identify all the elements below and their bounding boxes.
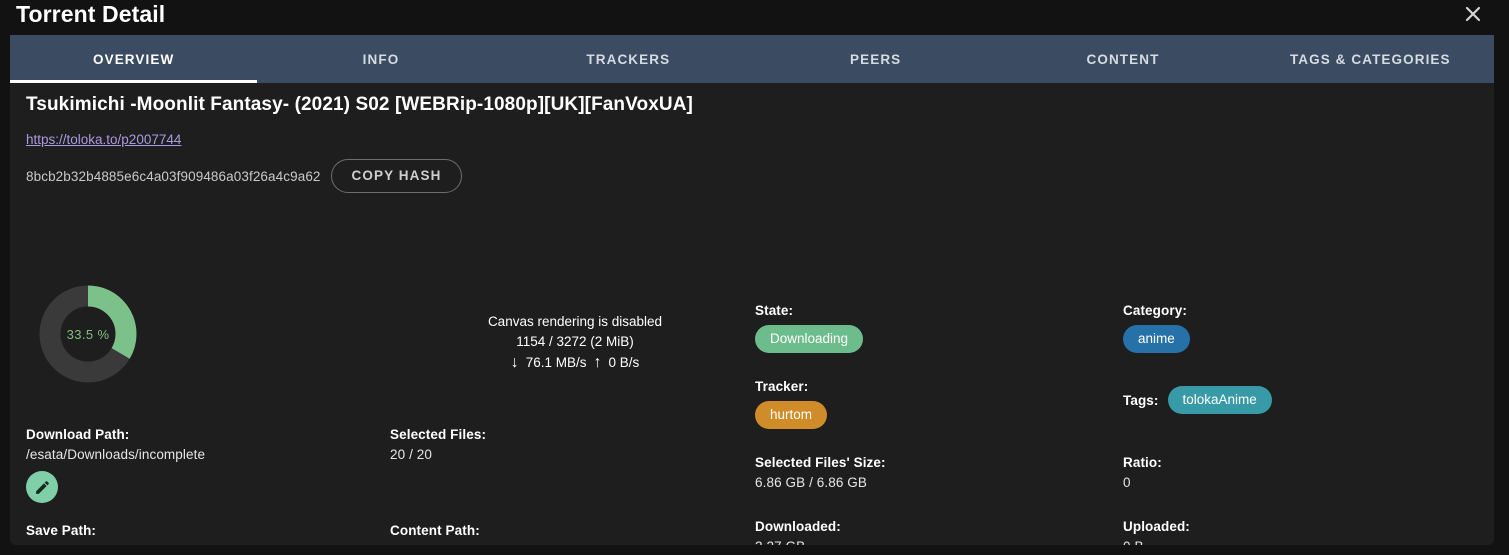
download-path-label: Download Path: xyxy=(26,427,130,442)
ratio-value: 0 xyxy=(1123,475,1131,490)
save-path-label: Save Path: xyxy=(26,523,97,538)
pieces-block: Canvas rendering is disabled 1154 / 3272… xyxy=(390,312,760,374)
tab-content-label: CONTENT xyxy=(1086,51,1160,67)
edit-download-path-button[interactable] xyxy=(26,471,58,503)
overview-panel: Tsukimichi -Moonlit Fantasy- (2021) S02 … xyxy=(10,83,1494,545)
field-tracker: Tracker: hurtom xyxy=(755,379,828,429)
field-selected-files-size: Selected Files' Size: 6.86 GB / 6.86 GB xyxy=(755,455,886,490)
tags-label: Tags: xyxy=(1123,392,1159,408)
tab-trackers-label: TRACKERS xyxy=(586,51,671,67)
close-icon[interactable] xyxy=(1459,0,1487,28)
window-titlebar: Torrent Detail xyxy=(0,0,1509,33)
tab-bar: OVERVIEW INFO TRACKERS PEERS CONTENT TAG… xyxy=(10,35,1494,83)
tags-row: Tags: tolokaAnime xyxy=(1123,386,1272,414)
upload-speed-value: 0 B/s xyxy=(608,355,640,370)
tab-trackers[interactable]: TRACKERS xyxy=(505,35,752,83)
progress-percent-label: 33.5 % xyxy=(66,326,110,342)
torrent-name: Tsukimichi -Moonlit Fantasy- (2021) S02 … xyxy=(26,94,693,115)
downloaded-value: 2.27 GB xyxy=(755,539,841,545)
canvas-disabled-notice: Canvas rendering is disabled xyxy=(487,314,663,329)
copy-hash-button[interactable]: COPY HASH xyxy=(330,159,463,193)
pencil-icon xyxy=(34,479,51,496)
content-path-value: /esata/Downloads/incomplete/Tsukimichi -… xyxy=(390,543,740,545)
tracker-label: Tracker: xyxy=(755,379,809,394)
torrent-hash: 8bcb2b32b4885e6c4a03f909486a03f26a4c9a62 xyxy=(26,168,321,184)
fields-column-1: 33.5 % Download Path: /esata/Downloads/i… xyxy=(26,199,396,545)
tab-info-label: INFO xyxy=(362,51,400,67)
tracker-badge[interactable]: hurtom xyxy=(755,401,828,429)
tab-peers[interactable]: PEERS xyxy=(752,35,999,83)
download-path-value: /esata/Downloads/incomplete xyxy=(26,447,206,462)
field-selected-files: Selected Files: 20 / 20 xyxy=(390,427,486,462)
tab-overview[interactable]: OVERVIEW xyxy=(10,35,258,83)
selected-files-size-label: Selected Files' Size: xyxy=(755,455,886,470)
field-downloaded: Downloaded: 2.27 GB xyxy=(755,519,841,545)
tab-info[interactable]: INFO xyxy=(257,35,504,83)
speed-line: ↓ 76.1 MB/s ↑ 0 B/s xyxy=(390,352,760,374)
field-uploaded: Uploaded: 0 B xyxy=(1123,519,1190,545)
tab-overview-label: OVERVIEW xyxy=(93,51,175,67)
field-tags: Tags: tolokaAnime xyxy=(1123,379,1272,414)
save-path-value: /esata/Downloads/anime xyxy=(26,543,176,545)
download-speed-value: 76.1 MB/s xyxy=(525,355,587,370)
field-ratio: Ratio: 0 xyxy=(1123,455,1162,490)
field-state: State: Downloading xyxy=(755,303,864,353)
selected-files-value: 20 / 20 xyxy=(390,447,432,462)
fields-grid: 33.5 % Download Path: /esata/Downloads/i… xyxy=(10,199,1494,545)
downloaded-label: Downloaded: xyxy=(755,519,841,534)
up-arrow-icon: ↑ xyxy=(593,354,602,371)
ratio-label: Ratio: xyxy=(1123,455,1162,470)
down-arrow-icon: ↓ xyxy=(510,354,519,371)
uploaded-value: 0 B xyxy=(1123,539,1190,545)
tab-peers-label: PEERS xyxy=(850,51,902,67)
pieces-count: 1154 / 3272 (2 MiB) xyxy=(516,334,634,349)
selected-files-size-value: 6.86 GB / 6.86 GB xyxy=(755,475,868,490)
category-badge[interactable]: anime xyxy=(1123,325,1190,353)
progress-donut: 33.5 % xyxy=(38,284,138,384)
field-category: Category: anime xyxy=(1123,303,1190,353)
hash-row: 8bcb2b32b4885e6c4a03f909486a03f26a4c9a62… xyxy=(26,159,463,193)
tab-tags-and-categories[interactable]: TAGS & CATEGORIES xyxy=(1247,35,1494,83)
field-download-path: Download Path: /esata/Downloads/incomple… xyxy=(26,427,205,503)
uploaded-label: Uploaded: xyxy=(1123,519,1190,534)
page-title: Torrent Detail xyxy=(16,1,166,27)
tag-badge[interactable]: tolokaAnime xyxy=(1167,386,1272,414)
selected-files-label: Selected Files: xyxy=(390,427,487,442)
fields-column-4: Category: anime Tags: tolokaAnime Ratio:… xyxy=(1123,199,1483,545)
torrent-detail-window: Torrent Detail OVERVIEW INFO TRACKERS PE… xyxy=(0,0,1509,555)
torrent-source-link[interactable]: https://toloka.to/p2007744 xyxy=(26,132,181,147)
fields-column-3: State: Downloading Tracker: hurtom Selec… xyxy=(755,199,1115,545)
field-save-path: Save Path: /esata/Downloads/anime xyxy=(26,523,176,545)
category-label: Category: xyxy=(1123,303,1187,318)
tab-tags-and-categories-label: TAGS & CATEGORIES xyxy=(1289,51,1451,67)
content-path-label: Content Path: xyxy=(390,523,480,538)
state-label: State: xyxy=(755,303,794,318)
field-content-path: Content Path: /esata/Downloads/incomplet… xyxy=(390,523,740,545)
tab-content[interactable]: CONTENT xyxy=(999,35,1246,83)
status-badge[interactable]: Downloading xyxy=(755,325,864,353)
